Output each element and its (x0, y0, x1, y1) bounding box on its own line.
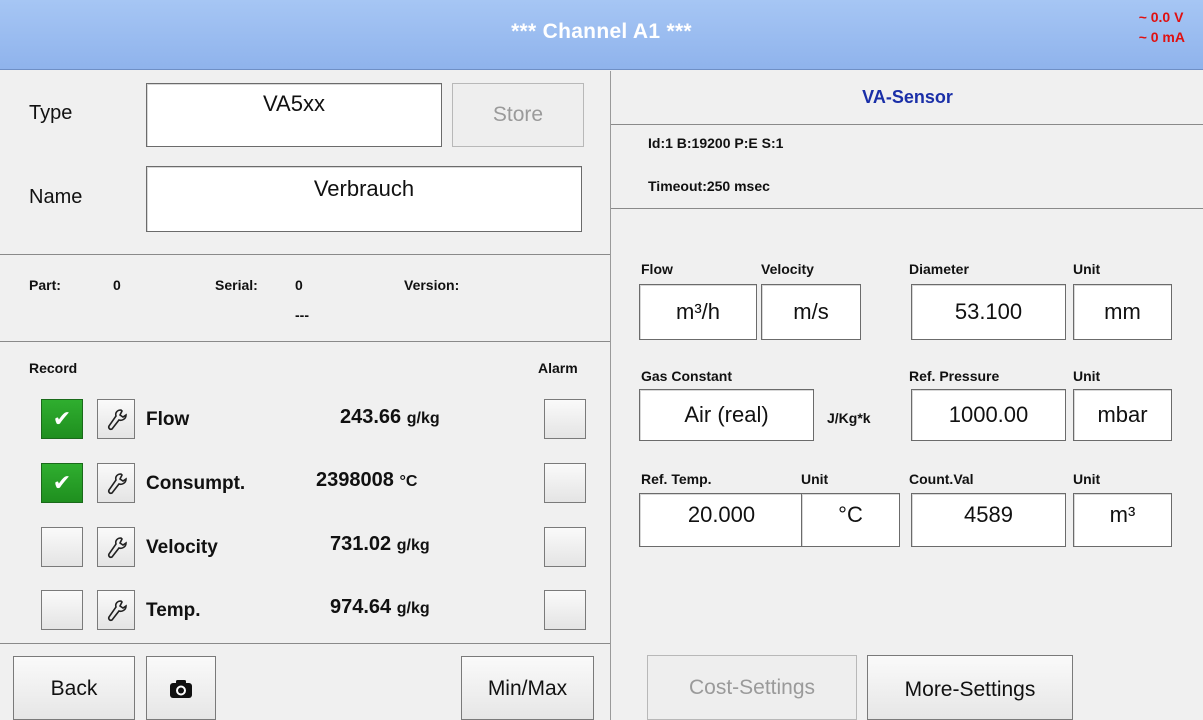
channel-value-consumpt: 2398008 °C (316, 469, 417, 492)
gas-constant-label: Gas Constant (641, 368, 733, 384)
version-label: Version: (404, 277, 460, 293)
alarm-checkbox-temp[interactable] (544, 590, 586, 630)
record-checkbox-consumpt[interactable]: ✔ (41, 463, 83, 503)
sensor-title: VA-Sensor (862, 87, 953, 107)
type-label: Type (29, 102, 73, 124)
channel-value-flow: 243.66 g/kg (340, 406, 440, 429)
minmax-button[interactable]: Min/Max (461, 656, 594, 720)
checkmark-icon: ✔ (52, 406, 72, 431)
sensor-id-line: Id:1 B:19200 P:E S:1 (648, 135, 784, 151)
ref-temp-field[interactable]: 20.000 (639, 493, 804, 547)
alarm-checkbox-velocity[interactable] (544, 527, 586, 567)
value: 731.02 (330, 533, 392, 555)
checkmark-icon: ✔ (52, 470, 72, 495)
diameter-field[interactable]: 53.100 (911, 284, 1066, 340)
unit: g/kg (396, 600, 430, 617)
sensor-timeout-line: Timeout:250 msec (648, 178, 770, 194)
count-val-label: Count.Val (909, 471, 974, 487)
ref-temp-unit-field[interactable]: °C (801, 493, 900, 547)
alarm-checkbox-consumpt[interactable] (544, 463, 586, 503)
divider (0, 643, 610, 644)
part-label: Part: (29, 277, 61, 293)
back-button[interactable]: Back (13, 656, 135, 720)
settings-button-consumpt[interactable] (97, 463, 135, 503)
right-panel: VA-Sensor Id:1 B:19200 P:E S:1 Timeout:2… (610, 71, 1203, 720)
type-field[interactable]: VA5xx (146, 83, 442, 147)
wrench-icon (107, 600, 127, 622)
channel-title: *** Channel A1 *** (511, 20, 692, 43)
alarm-checkbox-flow[interactable] (544, 399, 586, 439)
flow-unit-field[interactable]: m³/h (639, 284, 757, 340)
velocity-unit-field[interactable]: m/s (761, 284, 861, 340)
left-panel: Type VA5xx Store Name Verbrauch Part: 0 … (0, 71, 610, 720)
divider (0, 341, 610, 342)
velocity-label: Velocity (761, 261, 814, 277)
flow-label: Flow (641, 261, 673, 277)
settings-button-velocity[interactable] (97, 527, 135, 567)
camera-icon (170, 680, 192, 698)
title-bar: *** Channel A1 *** ~ 0.0 V ~ 0 mA (0, 0, 1203, 70)
unit: °C (399, 473, 418, 490)
record-checkbox-temp[interactable] (41, 590, 83, 630)
divider (611, 124, 1203, 125)
wrench-icon (107, 537, 127, 559)
alarm-label: Alarm (538, 360, 578, 376)
record-checkbox-flow[interactable]: ✔ (41, 399, 83, 439)
screenshot-button[interactable] (146, 656, 216, 720)
unit: g/kg (396, 537, 430, 554)
serial-value: 0 (295, 277, 303, 293)
serial-label: Serial: (215, 277, 258, 293)
diameter-unit-field[interactable]: mm (1073, 284, 1172, 340)
name-field[interactable]: Verbrauch (146, 166, 582, 232)
channel-name-velocity: Velocity (146, 537, 218, 558)
ref-pressure-field[interactable]: 1000.00 (911, 389, 1066, 441)
channel-name-consumpt: Consumpt. (146, 473, 246, 494)
value: 974.64 (330, 596, 392, 618)
more-settings-button[interactable]: More-Settings (867, 655, 1073, 720)
name-label: Name (29, 186, 83, 208)
record-label: Record (29, 360, 78, 376)
settings-button-flow[interactable] (97, 399, 135, 439)
store-button[interactable]: Store (452, 83, 584, 147)
channel-name-flow: Flow (146, 409, 190, 430)
wrench-icon (107, 473, 127, 495)
unit: g/kg (406, 410, 440, 427)
value: 243.66 (340, 406, 402, 428)
channel-value-temp: 974.64 g/kg (330, 596, 430, 619)
count-val-field[interactable]: 4589 (911, 493, 1066, 547)
divider (611, 208, 1203, 209)
gas-constant-field[interactable]: Air (real) (639, 389, 814, 441)
wrench-icon (107, 409, 127, 431)
unit-label: Unit (1073, 471, 1101, 487)
part-value: 0 (113, 277, 121, 293)
gas-constant-unit: J/Kg*k (827, 410, 871, 426)
value: 2398008 (316, 469, 394, 491)
unit-label: Unit (1073, 368, 1101, 384)
count-val-unit-field[interactable]: m³ (1073, 493, 1172, 547)
channel-name-temp: Temp. (146, 600, 201, 621)
voltage-readout: ~ 0.0 V (1138, 9, 1184, 25)
ref-pressure-label: Ref. Pressure (909, 368, 1000, 384)
unit-label: Unit (801, 471, 829, 487)
diameter-label: Diameter (909, 261, 969, 277)
version-value: --- (295, 307, 309, 323)
divider (0, 254, 610, 255)
channel-value-velocity: 731.02 g/kg (330, 533, 430, 556)
cost-settings-button[interactable]: Cost-Settings (647, 655, 857, 720)
current-readout: ~ 0 mA (1138, 29, 1185, 45)
record-checkbox-velocity[interactable] (41, 527, 83, 567)
signal-readout: ~ 0.0 V ~ 0 mA (1139, 7, 1185, 47)
ref-temp-label: Ref. Temp. (641, 471, 712, 487)
ref-pressure-unit-field[interactable]: mbar (1073, 389, 1172, 441)
settings-button-temp[interactable] (97, 590, 135, 630)
unit-label: Unit (1073, 261, 1101, 277)
